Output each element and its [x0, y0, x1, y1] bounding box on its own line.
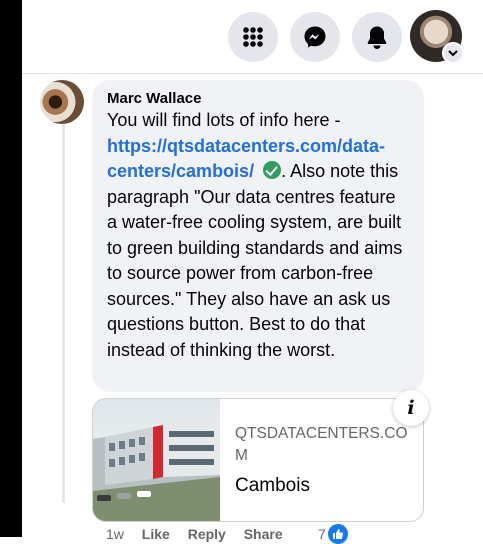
reply-button[interactable]: Reply: [188, 526, 226, 542]
comment-text-body: . Also note this paragraph "Our data cen…: [107, 161, 403, 360]
comment-actions: 1w Like Reply Share: [106, 526, 297, 542]
left-edge-bar: [0, 0, 22, 537]
thumbs-up-icon: [327, 524, 348, 544]
chevron-down-icon: [442, 42, 464, 64]
commenter-avatar[interactable]: [40, 80, 84, 124]
bell-icon: [367, 26, 387, 49]
comment-timestamp[interactable]: 1w: [106, 526, 124, 542]
like-button[interactable]: Like: [142, 526, 170, 542]
link-preview-domain: QTSDATACENTERS.COM: [235, 425, 408, 464]
menu-button[interactable]: [228, 12, 278, 62]
check-mark-icon: [263, 161, 282, 179]
comment-text-intro: You will find lots of info here -: [107, 110, 341, 130]
link-preview-title: Cambois: [235, 475, 310, 496]
messenger-button[interactable]: [290, 12, 340, 62]
reaction-summary[interactable]: 7: [318, 524, 348, 544]
comment-text: You will find lots of info here - https:…: [107, 108, 407, 363]
thread-line: [62, 123, 65, 503]
link-preview-image: [93, 399, 220, 521]
comment-author[interactable]: Marc Wallace: [107, 90, 202, 107]
share-button[interactable]: Share: [244, 526, 283, 542]
grid-menu-icon: [243, 27, 263, 47]
reaction-count: 7: [318, 526, 326, 542]
top-navigation-bar: [22, 0, 483, 74]
link-preview-card[interactable]: QTSDATACENTERS.COM Cambois: [92, 398, 424, 522]
messenger-icon: [304, 26, 326, 48]
notifications-button[interactable]: [352, 12, 402, 62]
info-icon[interactable]: i: [393, 390, 429, 426]
account-avatar-button[interactable]: [410, 10, 464, 64]
